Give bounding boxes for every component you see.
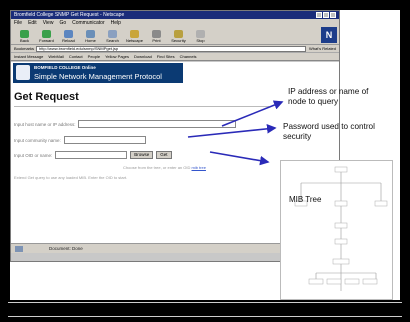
- back-button[interactable]: Back: [14, 30, 35, 44]
- menu-edit[interactable]: Edit: [28, 20, 37, 26]
- bookmark-item[interactable]: Channels: [180, 54, 197, 59]
- oid-label: Input OID or name:: [14, 152, 53, 158]
- stop-button[interactable]: Stop: [190, 30, 211, 44]
- reload-icon: [64, 30, 73, 38]
- navigation-toolbar: Back Forward Reload Home Search Netscape…: [11, 27, 339, 45]
- close-button[interactable]: [330, 12, 336, 18]
- menu-view[interactable]: View: [43, 20, 54, 26]
- print-button[interactable]: Print: [146, 30, 167, 44]
- personal-toolbar: Instant Message WebMail Contact People Y…: [11, 53, 339, 61]
- community-label: Input community name:: [14, 137, 61, 143]
- location-input[interactable]: http://www.bromfield.edu/snmp/SNMPget.js…: [36, 45, 306, 52]
- search-icon: [108, 30, 117, 38]
- community-row: Input community name:: [14, 136, 146, 144]
- window-title: Bromfield College SNMP Get Request - Net…: [14, 12, 125, 18]
- college-name: BOMFIELD COLLEGE Online: [34, 65, 96, 70]
- maximize-button[interactable]: [323, 12, 329, 18]
- college-banner: BOMFIELD COLLEGE Online Simple Network M…: [13, 63, 183, 83]
- search-button[interactable]: Search: [102, 30, 123, 44]
- tree-hint: Choose from the tree, or enter an OID mi…: [123, 165, 206, 170]
- browse-button[interactable]: Browse: [130, 151, 154, 159]
- reload-button[interactable]: Reload: [58, 30, 79, 44]
- bookmarks-label[interactable]: Bookmarks: [14, 46, 34, 51]
- mib-tree-link[interactable]: mib tree: [192, 165, 206, 170]
- banner-title: Simple Network Management Protocol: [34, 72, 162, 81]
- menu-communicator[interactable]: Communicator: [72, 20, 105, 26]
- status-text: Document: Done: [49, 246, 83, 251]
- host-label: Input host name or IP address:: [14, 121, 76, 127]
- forward-icon: [42, 30, 51, 38]
- home-button[interactable]: Home: [80, 30, 101, 44]
- get-button[interactable]: Get: [156, 151, 172, 159]
- host-annotation: IP address or name of node to query: [288, 87, 369, 106]
- location-bar: Bookmarks http://www.bromfield.edu/snmp/…: [11, 45, 339, 53]
- forward-button[interactable]: Forward: [36, 30, 57, 44]
- menu-file[interactable]: File: [14, 20, 22, 26]
- divider: [8, 302, 402, 303]
- host-input[interactable]: [78, 120, 237, 128]
- divider: [14, 106, 269, 107]
- security-status-icon: [15, 245, 23, 252]
- college-logo-icon: [16, 65, 30, 80]
- netscape-button[interactable]: Netscape: [124, 30, 145, 44]
- title-bar: Bromfield College SNMP Get Request - Net…: [11, 11, 339, 19]
- security-button[interactable]: Security: [168, 30, 189, 44]
- back-icon: [20, 30, 29, 38]
- tree-hint-text: Choose from the tree, or enter an OID: [123, 165, 191, 170]
- menu-go[interactable]: Go: [59, 20, 66, 26]
- lock-icon: [174, 30, 183, 38]
- oid-input[interactable]: [55, 151, 128, 159]
- netscape-logo-icon: N: [321, 27, 337, 43]
- mib-tree-label: MIB Tree: [289, 195, 322, 204]
- netscape-icon: [130, 30, 139, 38]
- bookmark-item[interactable]: Find Sites: [157, 54, 175, 59]
- community-input[interactable]: [63, 136, 146, 144]
- whats-related-button[interactable]: What's Related: [309, 46, 336, 51]
- slide-bottom-border: [0, 300, 410, 322]
- menu-bar: File Edit View Go Communicator Help: [11, 19, 339, 27]
- stop-icon: [196, 30, 205, 38]
- bookmark-item[interactable]: Instant Message: [14, 54, 43, 59]
- mib-tree-diagram: [294, 166, 388, 291]
- footer-text: Extend Get query to use any loaded MIB. …: [14, 175, 128, 180]
- bookmark-item[interactable]: Yellow Pages: [105, 54, 129, 59]
- divider: [8, 316, 402, 317]
- mib-tree-panel: [280, 160, 393, 300]
- print-icon: [152, 30, 161, 38]
- bookmark-item[interactable]: Contact: [69, 54, 83, 59]
- community-annotation: Password used to control security: [283, 122, 375, 141]
- minimize-button[interactable]: [316, 12, 322, 18]
- oid-row: Input OID or name: Browse Get: [14, 151, 172, 159]
- page-title: Get Request: [14, 91, 79, 103]
- bookmark-item[interactable]: Download: [134, 54, 152, 59]
- host-row: Input host name or IP address:: [14, 120, 237, 128]
- bookmark-item[interactable]: People: [88, 54, 100, 59]
- menu-help[interactable]: Help: [111, 20, 121, 26]
- home-icon: [86, 30, 95, 38]
- bookmark-item[interactable]: WebMail: [48, 54, 64, 59]
